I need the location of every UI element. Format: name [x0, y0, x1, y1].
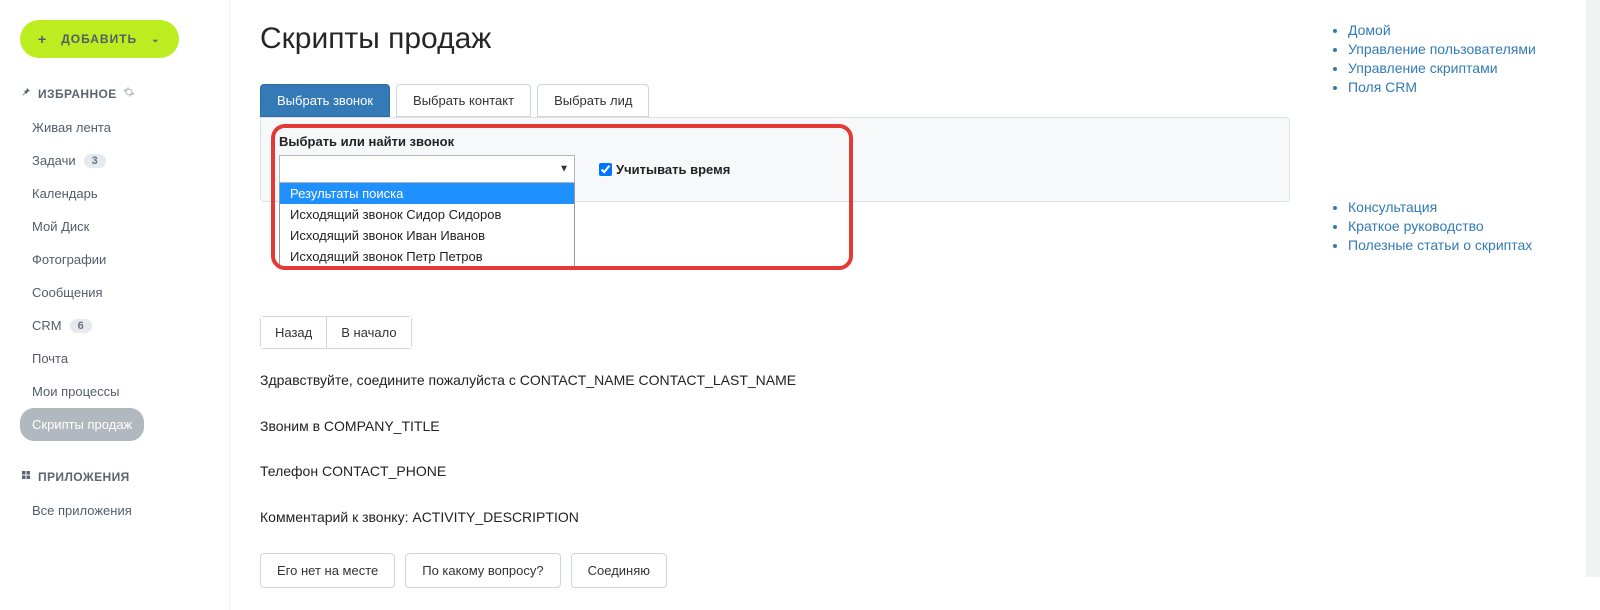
sidebar-item-crm[interactable]: CRM 6 — [20, 309, 229, 342]
sidebar-item-scripts[interactable]: Скрипты продаж — [20, 408, 144, 441]
right-sidebar: Домой Управление пользователями Управлен… — [1320, 22, 1570, 588]
script-line: Комментарий к звонку: ACTIVITY_DESCRIPTI… — [260, 508, 1290, 528]
sidebar-item-messages[interactable]: Сообщения — [20, 276, 229, 309]
action-what-about[interactable]: По какому вопросу? — [405, 553, 560, 588]
script-body: Здравствуйте, соедините пожалуйста с CON… — [260, 371, 1290, 527]
dropdown-option[interactable]: Исходящий звонок Сидор Сидоров — [280, 204, 574, 225]
action-connecting[interactable]: Соединяю — [571, 553, 667, 588]
time-checkbox[interactable] — [599, 163, 612, 176]
right-links-help: Консультация Краткое руководство Полезны… — [1330, 199, 1570, 253]
back-button[interactable]: Назад — [261, 317, 326, 348]
badge: 3 — [84, 154, 106, 168]
script-line: Здравствуйте, соедините пожалуйста с CON… — [260, 371, 1290, 391]
script-line: Звоним в COMPANY_TITLE — [260, 417, 1290, 437]
apps-header: ПРИЛОЖЕНИЯ — [20, 469, 229, 484]
favorites-list: Живая лента Задачи 3 Календарь Мой Диск … — [20, 111, 229, 441]
badge: 6 — [70, 319, 92, 333]
page-title: Скрипты продаж — [260, 22, 1290, 56]
tabs: Выбрать звонок Выбрать контакт Выбрать л… — [260, 84, 1290, 117]
dropdown-option-header[interactable]: Результаты поиска — [280, 183, 574, 204]
sidebar-item-all-apps[interactable]: Все приложения — [20, 494, 229, 527]
link-scripts[interactable]: Управление скриптами — [1348, 60, 1498, 76]
right-links-main: Домой Управление пользователями Управлен… — [1330, 22, 1570, 95]
tab-contact[interactable]: Выбрать контакт — [396, 84, 531, 117]
sidebar-item-feed[interactable]: Живая лента — [20, 111, 229, 144]
script-line: Телефон CONTACT_PHONE — [260, 462, 1290, 482]
link-guide[interactable]: Краткое руководство — [1348, 218, 1484, 234]
sidebar-item-tasks[interactable]: Задачи 3 — [20, 144, 229, 177]
sidebar-item-calendar[interactable]: Календарь — [20, 177, 229, 210]
add-button[interactable]: + ДОБАВИТЬ ⌄ — [20, 20, 179, 58]
sidebar-item-disk[interactable]: Мой Диск — [20, 210, 229, 243]
gear-icon[interactable] — [123, 86, 135, 101]
call-select-dropdown: Результаты поиска Исходящий звонок Сидор… — [279, 183, 575, 268]
link-crm-fields[interactable]: Поля CRM — [1348, 79, 1417, 95]
panel-select-call: Выбрать или найти звонок ▼ Результаты по… — [260, 117, 1290, 202]
call-select[interactable] — [279, 155, 575, 183]
start-button[interactable]: В начало — [326, 317, 410, 348]
plus-icon: + — [38, 31, 47, 47]
scrollbar[interactable] — [1586, 0, 1600, 577]
sidebar-item-photos[interactable]: Фотографии — [20, 243, 229, 276]
favorites-label: ИЗБРАННОЕ — [38, 87, 117, 101]
link-articles[interactable]: Полезные статьи о скриптах — [1348, 237, 1532, 253]
sidebar-item-processes[interactable]: Мои процессы — [20, 375, 229, 408]
add-button-label: ДОБАВИТЬ — [61, 32, 137, 46]
back-button-group: Назад В начало — [260, 316, 412, 349]
dropdown-option[interactable]: Исходящий звонок Петр Петров — [280, 246, 574, 267]
apps-label: ПРИЛОЖЕНИЯ — [38, 470, 130, 484]
favorites-header: ИЗБРАННОЕ — [20, 86, 229, 101]
link-users[interactable]: Управление пользователями — [1348, 41, 1536, 57]
sidebar-item-mail[interactable]: Почта — [20, 342, 229, 375]
pin-icon — [20, 86, 32, 101]
tab-call[interactable]: Выбрать звонок — [260, 84, 390, 117]
link-consult[interactable]: Консультация — [1348, 199, 1437, 215]
time-checkbox-row[interactable]: Учитывать время — [599, 162, 730, 177]
select-label: Выбрать или найти звонок — [279, 134, 1271, 149]
apps-list: Все приложения — [20, 494, 229, 527]
time-checkbox-label: Учитывать время — [616, 162, 730, 177]
link-home[interactable]: Домой — [1348, 22, 1391, 38]
action-buttons: Его нет на месте По какому вопросу? Соед… — [260, 553, 1290, 588]
dropdown-option[interactable]: Исходящий звонок Иван Иванов — [280, 225, 574, 246]
chevron-down-icon: ⌄ — [151, 34, 160, 45]
action-not-here[interactable]: Его нет на месте — [260, 553, 395, 588]
apps-icon — [20, 469, 32, 484]
tab-lead[interactable]: Выбрать лид — [537, 84, 649, 117]
